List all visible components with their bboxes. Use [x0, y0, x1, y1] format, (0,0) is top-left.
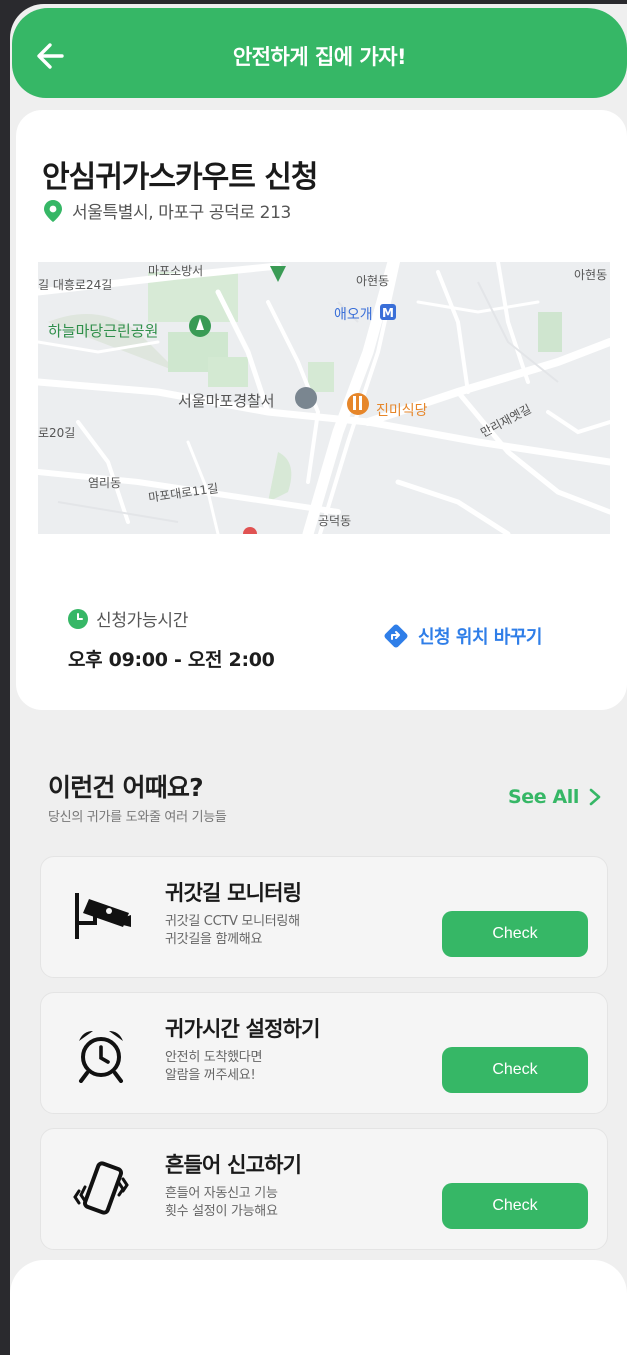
- feature-desc-line: 횟수 설정이 가능해요: [165, 1204, 278, 1219]
- available-time-value: 오후 09:00 - 오전 2:00: [68, 649, 275, 671]
- feature-desc-line: 알람을 꺼주세요!: [165, 1068, 256, 1083]
- location-pin-icon: [44, 199, 62, 222]
- restaurant-marker: [347, 393, 369, 415]
- feature-description: 안전히 도착했다면 알람을 꺼주세요!: [165, 1049, 395, 1085]
- map-label: 로20길: [38, 426, 76, 440]
- map-label: 길 대흥로24길: [38, 278, 113, 292]
- suggestions-subtitle: 당신의 귀가를 도와줄 여러 기능들: [48, 810, 227, 825]
- map-label: 염리동: [88, 476, 122, 490]
- address-row: 서울특별시, 마포구 공덕로 213: [44, 198, 291, 223]
- map-label: 마포소방서: [148, 264, 204, 278]
- check-button[interactable]: Check: [442, 1183, 588, 1229]
- address-text: 서울특별시, 마포구 공덕로 213: [72, 203, 291, 223]
- scout-application-card: 안심귀가스카우트 신청 서울특별시, 마포구 공덕로 213 M 길 대흥로24…: [16, 110, 627, 710]
- map-label: 하늘마당근린공원: [48, 322, 159, 340]
- map-view[interactable]: M 길 대흥로24길 마포소방서 아현동 아현동 애오개 하늘마당근린공원 서울…: [38, 262, 610, 534]
- clock-icon: [68, 608, 88, 629]
- directions-icon: [384, 624, 408, 648]
- feature-desc-line: 귀갓길을 함께해요: [165, 932, 263, 947]
- feature-title: 귀가시간 설정하기: [165, 1017, 320, 1041]
- available-time-block: 신청가능시간 오후 09:00 - 오전 2:00: [68, 606, 275, 672]
- svg-text:M: M: [382, 306, 394, 320]
- suggestions-title: 이런건 어때요?: [48, 773, 204, 802]
- see-all-label: See All: [508, 786, 580, 808]
- chevron-right-icon: [589, 788, 601, 806]
- map-label: 공덕동: [318, 514, 352, 528]
- map-label: 아현동: [574, 268, 608, 282]
- app-header: 안전하게 집에 가자!: [12, 8, 627, 98]
- bottom-sheet: [10, 1260, 627, 1355]
- cctv-camera-icon: [75, 893, 131, 939]
- see-all-link[interactable]: See All: [508, 786, 603, 808]
- feature-title: 귀갓길 모니터링: [165, 881, 302, 905]
- feature-description: 귀갓길 CCTV 모니터링해 귀갓길을 함께해요: [165, 913, 395, 949]
- check-button[interactable]: Check: [442, 1047, 588, 1093]
- feature-desc-line: 안전히 도착했다면: [165, 1050, 263, 1065]
- alarm-clock-icon: [79, 1031, 123, 1083]
- feature-card-return-time: 귀가시간 설정하기 안전히 도착했다면 알람을 꺼주세요! Check: [40, 992, 608, 1114]
- map-label: 애오개: [334, 307, 373, 323]
- feature-card-shake-report: 흔들어 신고하기 흔들어 자동신고 기능 횟수 설정이 가능해요 Check: [40, 1128, 608, 1250]
- app-screen: 안전하게 집에 가자! 안심귀가스카우트 신청 서울특별시, 마포구 공덕로 2…: [10, 4, 627, 1355]
- map-roads: M: [38, 262, 610, 534]
- feature-title: 흔들어 신고하기: [165, 1153, 302, 1177]
- scout-title: 안심귀가스카우트 신청: [42, 160, 318, 195]
- header-title: 안전하게 집에 가자!: [232, 45, 407, 69]
- feature-card-monitoring: 귀갓길 모니터링 귀갓길 CCTV 모니터링해 귀갓길을 함께해요 Check: [40, 856, 608, 978]
- map-label: 아현동: [356, 274, 390, 288]
- shaking-phone-icon: [73, 1161, 129, 1215]
- check-button[interactable]: Check: [442, 911, 588, 957]
- map-label: 진미식당: [376, 403, 428, 419]
- police-marker: [295, 387, 317, 409]
- feature-desc-line: 귀갓길 CCTV 모니터링해: [165, 914, 300, 929]
- available-time-label: 신청가능시간: [96, 611, 189, 631]
- feature-description: 흔들어 자동신고 기능 횟수 설정이 가능해요: [165, 1185, 395, 1221]
- change-location-label: 신청 위치 바꾸기: [418, 627, 542, 648]
- change-location-link[interactable]: 신청 위치 바꾸기: [382, 622, 542, 650]
- feature-desc-line: 흔들어 자동신고 기능: [165, 1186, 278, 1201]
- map-label: 서울마포경찰서: [178, 392, 275, 410]
